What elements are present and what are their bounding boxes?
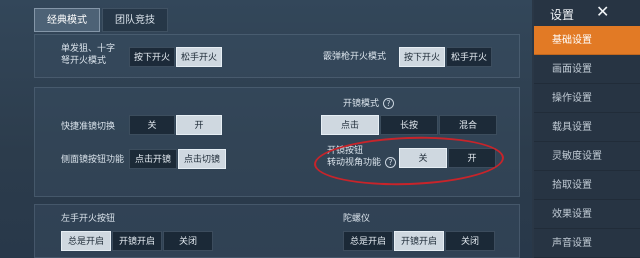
scope-mode-label-text: 开镜模式 — [343, 99, 380, 109]
sidebar-item-sound-settings[interactable]: 声音设置 — [534, 229, 640, 258]
left-fire-gyro-panel: 左手开火按钮 总是开启 开镜开启 关闭 陀螺仪 总是开启 开镜开启 关闭 — [34, 204, 520, 258]
shotgun-fire-mode-toggle: 按下开火 松手开火 — [399, 47, 493, 67]
scope-settings-panel: 开镜模式? 点击 长按 混合 快捷准镜切换 关 开 侧面镜按钮功能 点击开镜 点… — [34, 87, 520, 197]
left-fire-always-on-option[interactable]: 总是开启 — [61, 231, 111, 251]
left-fire-off-option[interactable]: 关闭 — [163, 231, 213, 251]
left-fire-button-label: 左手开火按钮 — [61, 214, 116, 224]
quick-scope-on-option[interactable]: 开 — [176, 115, 222, 135]
tab-classic-mode[interactable]: 经典模式 — [34, 8, 100, 32]
sniper-fire-mode-label: 单发狙、十字 弩开火模式 — [61, 44, 116, 66]
shotgun-fire-mode-label: 霰弹枪开火模式 — [323, 52, 387, 62]
sidebar-item-sensitivity-settings[interactable]: 灵敏度设置 — [534, 142, 640, 171]
help-icon[interactable]: ? — [383, 98, 395, 109]
shotgun-release-fire-option[interactable]: 松手开火 — [446, 47, 492, 67]
close-icon[interactable]: ✕ — [596, 2, 609, 21]
sidebar-item-basic-settings[interactable]: 基础设置 — [534, 26, 640, 55]
scope-mode-tap-option[interactable]: 点击 — [321, 115, 379, 135]
quick-scope-switch-toggle: 关 开 — [129, 115, 223, 135]
shotgun-press-fire-option[interactable]: 按下开火 — [399, 47, 445, 67]
left-fire-button-selector: 总是开启 开镜开启 关闭 — [61, 231, 214, 251]
scope-rotate-view-toggle: 关 开 — [399, 148, 497, 168]
gyroscope-selector: 总是开启 开镜开启 关闭 — [343, 231, 496, 251]
scope-rotate-view-label: 开镜按钮 转动视角功能? — [327, 145, 397, 169]
side-scope-tap-open-option[interactable]: 点击开镜 — [129, 149, 177, 169]
quick-scope-off-option[interactable]: 关 — [129, 115, 175, 135]
sniper-press-fire-option[interactable]: 按下开火 — [129, 47, 175, 67]
side-scope-button-toggle: 点击开镜 点击切镜 — [129, 149, 227, 169]
scope-rotate-off-option[interactable]: 关 — [399, 148, 447, 168]
sidebar-item-controls-settings[interactable]: 操作设置 — [534, 84, 640, 113]
sniper-release-fire-option[interactable]: 松手开火 — [176, 47, 222, 67]
scope-mode-mixed-option[interactable]: 混合 — [439, 115, 497, 135]
side-scope-button-label: 侧面镜按钮功能 — [61, 155, 125, 165]
sidebar-title: 设置 — [550, 8, 575, 22]
scope-mode-hold-option[interactable]: 长按 — [380, 115, 438, 135]
sidebar-item-pickup-settings[interactable]: 拾取设置 — [534, 171, 640, 200]
scope-mode-selector: 点击 长按 混合 — [321, 115, 498, 135]
tab-team-deathmatch[interactable]: 团队竞技 — [102, 8, 168, 32]
left-fire-scope-on-option[interactable]: 开镜开启 — [112, 231, 162, 251]
quick-scope-switch-label: 快捷准镜切换 — [61, 122, 116, 132]
sniper-fire-mode-toggle: 按下开火 松手开火 — [129, 47, 223, 67]
settings-main-area: 经典模式 团队竞技 单发狙、十字 弩开火模式 按下开火 松手开火 霰弹枪开火模式… — [0, 0, 532, 258]
settings-sidebar: 设置 ✕ 基础设置 画面设置 操作设置 载具设置 灵敏度设置 拾取设置 效果设置… — [534, 0, 640, 258]
scope-mode-label: 开镜模式? — [343, 98, 395, 110]
sidebar-menu: 基础设置 画面设置 操作设置 载具设置 灵敏度设置 拾取设置 效果设置 声音设置 — [534, 26, 640, 258]
scope-rotate-on-option[interactable]: 开 — [448, 148, 496, 168]
scope-rotate-view-label-text: 开镜按钮 转动视角功能 — [327, 146, 382, 168]
side-scope-tap-switch-option[interactable]: 点击切镜 — [178, 149, 226, 169]
gyro-off-option[interactable]: 关闭 — [445, 231, 495, 251]
gyro-scope-on-option[interactable]: 开镜开启 — [394, 231, 444, 251]
sidebar-item-effects-settings[interactable]: 效果设置 — [534, 200, 640, 229]
gyroscope-label: 陀螺仪 — [343, 214, 371, 224]
fire-mode-panel: 单发狙、十字 弩开火模式 按下开火 松手开火 霰弹枪开火模式 按下开火 松手开火 — [34, 34, 520, 78]
help-icon[interactable]: ? — [385, 157, 397, 168]
sidebar-item-vehicle-settings[interactable]: 载具设置 — [534, 113, 640, 142]
sidebar-item-graphics-settings[interactable]: 画面设置 — [534, 55, 640, 84]
mode-tabs: 经典模式 团队竞技 — [34, 8, 170, 34]
gyro-always-on-option[interactable]: 总是开启 — [343, 231, 393, 251]
